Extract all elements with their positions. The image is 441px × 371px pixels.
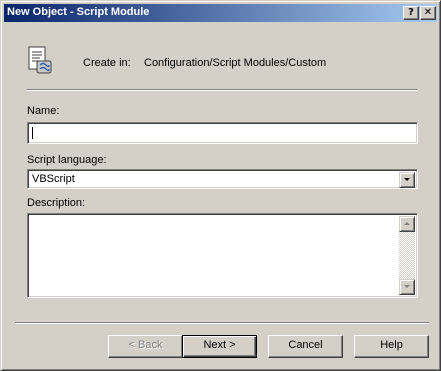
help-caption-button[interactable]: ? xyxy=(403,6,419,20)
back-button[interactable]: < Back xyxy=(108,335,183,358)
title-bar[interactable]: New Object - Script Module ? ✕ xyxy=(4,4,437,22)
close-icon: ✕ xyxy=(423,7,433,18)
create-in-path: Configuration/Script Modules/Custom xyxy=(144,57,327,69)
header-divider xyxy=(27,89,417,91)
next-button[interactable]: Next > xyxy=(182,335,257,358)
name-label: Name: xyxy=(27,105,60,117)
question-icon: ? xyxy=(408,7,414,18)
description-label: Description: xyxy=(27,197,86,209)
window-title: New Object - Script Module xyxy=(7,6,150,18)
chevron-down-icon[interactable] xyxy=(399,172,415,188)
scroll-down-icon[interactable] xyxy=(399,279,415,295)
script-module-icon xyxy=(28,46,52,74)
close-button[interactable]: ✕ xyxy=(420,6,436,20)
create-in-label: Create in: xyxy=(83,57,131,69)
help-button[interactable]: Help xyxy=(354,335,429,358)
description-scrollbar[interactable] xyxy=(399,216,415,295)
footer-divider xyxy=(15,322,429,324)
script-language-value: VBScript xyxy=(32,173,75,185)
script-language-select[interactable]: VBScript xyxy=(27,169,418,189)
cancel-button[interactable]: Cancel xyxy=(268,335,343,358)
description-textarea[interactable] xyxy=(27,213,418,298)
name-input[interactable] xyxy=(27,122,418,144)
script-language-label: Script language: xyxy=(27,154,107,166)
text-caret xyxy=(32,127,33,139)
dialog-window: New Object - Script Module ? ✕ Create in… xyxy=(0,0,441,371)
scroll-up-icon[interactable] xyxy=(399,216,415,232)
